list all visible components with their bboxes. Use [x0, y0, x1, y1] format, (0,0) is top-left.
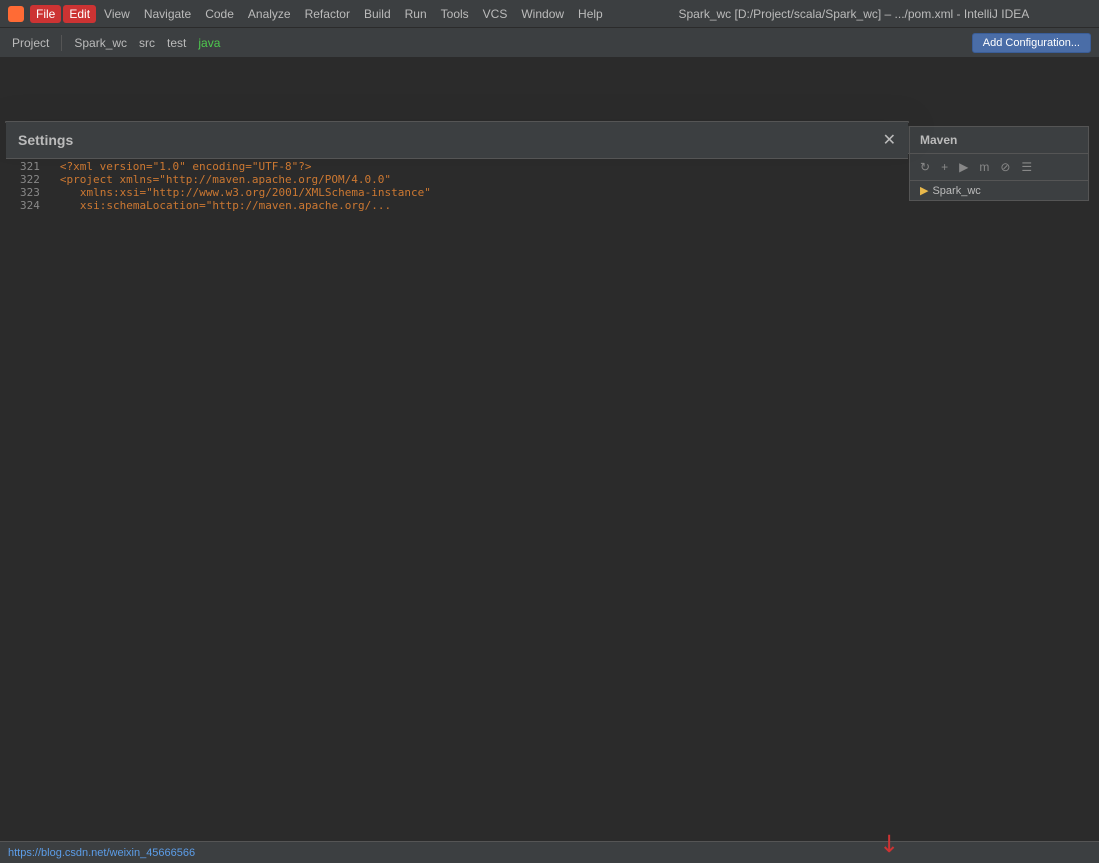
maven-reload-btn[interactable]: ↻ [916, 158, 934, 176]
secondary-toolbar: Project Spark_wc src test java Add Confi… [0, 28, 1099, 58]
toolbar-separator [61, 35, 62, 51]
menu-refactor[interactable]: Refactor [299, 5, 356, 23]
maven-add-btn[interactable]: + [937, 158, 952, 176]
status-bar: https://blog.csdn.net/weixin_45666566 ↖ [0, 841, 1099, 863]
path-test: test [163, 34, 190, 52]
path-src: src [135, 34, 159, 52]
project-label[interactable]: Project [8, 34, 53, 52]
maven-settings-btn[interactable]: ☰ [1017, 158, 1036, 176]
window-title: Spark_wc [D:/Project/scala/Spark_wc] – .… [617, 7, 1091, 21]
bottom-url: https://blog.csdn.net/weixin_45666566 [8, 847, 195, 859]
menu-edit[interactable]: Edit [63, 5, 96, 23]
menu-bar: File Edit View Navigate Code Analyze Ref… [30, 5, 609, 23]
maven-project-item[interactable]: ▶ Spark_wc [910, 181, 1088, 200]
menu-file[interactable]: File [30, 5, 61, 23]
menu-vcs[interactable]: VCS [477, 5, 514, 23]
settings-close-button[interactable]: ✕ [883, 130, 896, 150]
menu-tools[interactable]: Tools [435, 5, 475, 23]
maven-panel-toolbar: ↻ + ▶ m ⊘ ☰ [910, 154, 1088, 181]
menu-build[interactable]: Build [358, 5, 397, 23]
settings-header: Settings ✕ [6, 122, 908, 159]
project-name: Spark_wc [70, 34, 131, 52]
maven-panel-title: Maven [910, 127, 1088, 154]
menu-run[interactable]: Run [399, 5, 433, 23]
menu-window[interactable]: Window [515, 5, 570, 23]
maven-skip-btn[interactable]: ⊘ [996, 158, 1014, 176]
menu-help[interactable]: Help [572, 5, 609, 23]
maven-m-btn[interactable]: m [975, 158, 993, 176]
menu-analyze[interactable]: Analyze [242, 5, 297, 23]
maven-project-name: Spark_wc [932, 185, 980, 197]
title-bar: File Edit View Navigate Code Analyze Ref… [0, 0, 1099, 28]
maven-project-icon: ▶ [920, 184, 928, 197]
maven-run-btn[interactable]: ▶ [955, 158, 972, 176]
add-configuration-button[interactable]: Add Configuration... [972, 33, 1091, 53]
settings-dialog: Settings ✕ ▶ Appearance & Behavior Keyma… [5, 121, 909, 123]
app-logo [8, 6, 24, 22]
menu-view[interactable]: View [98, 5, 136, 23]
menu-navigate[interactable]: Navigate [138, 5, 197, 23]
menu-code[interactable]: Code [199, 5, 240, 23]
settings-dialog-title: Settings [18, 132, 73, 148]
path-java: java [194, 34, 224, 52]
